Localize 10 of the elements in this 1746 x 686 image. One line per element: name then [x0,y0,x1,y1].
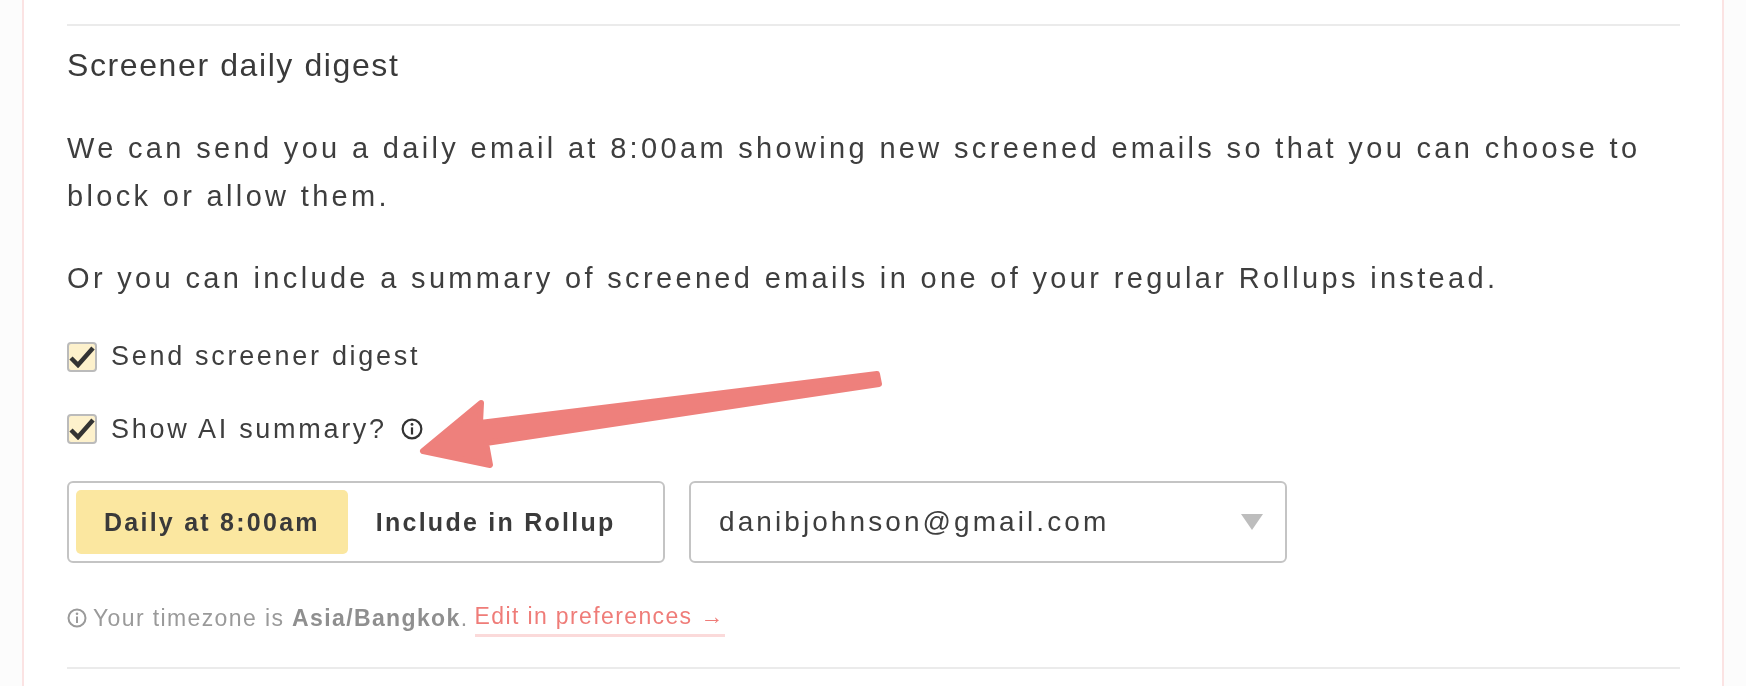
email-value: danibjohnson@gmail.com [719,505,1110,540]
schedule-option[interactable]: Daily at 8:00am [76,490,348,555]
section-title: Screener daily digest [67,46,401,85]
timezone-note: Your timezone is Asia/Bangkok. [93,603,469,633]
description-text: We can send you a daily email at 8:00am showing new screened emails so that you can choose to block or allow them. [67,131,1642,215]
email-select[interactable]: danibjohnson@gmail.com [689,481,1287,564]
checkbox-label: Show AI summary? [111,412,387,446]
checkbox-label: Send screener digest [111,340,421,374]
schedule-option[interactable]: Include in Rollup [347,490,644,555]
description-text: Or you can include a summary of screened emails in one of your regular Rollups instead. [67,261,1500,297]
